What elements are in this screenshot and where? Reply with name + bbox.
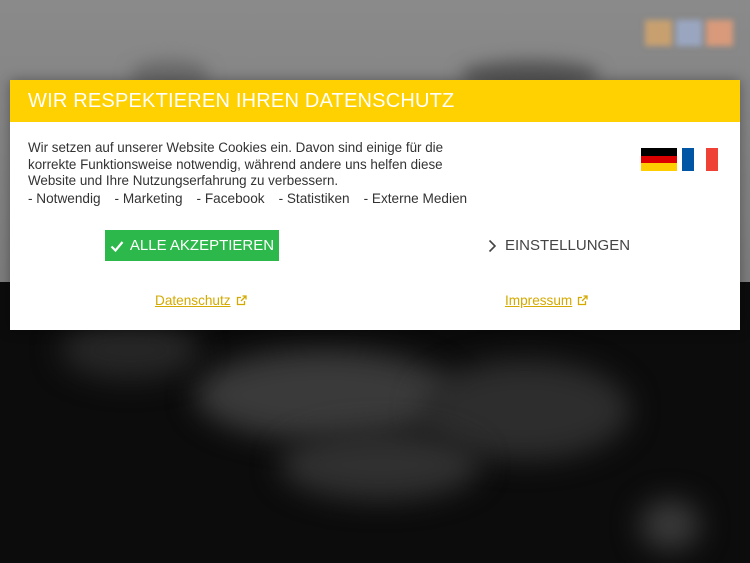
- cookie-categories: - Notwendig - Marketing - Facebook - Sta…: [28, 191, 467, 206]
- background-blur: [195, 350, 455, 440]
- german-flag-icon[interactable]: [641, 148, 677, 172]
- privacy-link[interactable]: Datenschutz: [155, 293, 247, 308]
- cookie-intro-text: Wir setzen auf unserer Website Cookies e…: [28, 140, 444, 188]
- external-link-icon: [236, 295, 247, 306]
- language-selector: [641, 148, 718, 172]
- accept-all-label: ALLE AKZEPTIEREN: [129, 237, 275, 254]
- background-language-flags: [645, 20, 734, 46]
- category-external-media: - Externe Medien: [363, 191, 468, 206]
- category-facebook: - Facebook: [196, 191, 265, 206]
- dialog-header: WIR RESPEKTIEREN IHREN DATENSCHUTZ: [10, 80, 740, 122]
- french-flag-icon[interactable]: [682, 148, 718, 171]
- check-icon: [110, 240, 124, 252]
- category-marketing: - Marketing: [114, 191, 183, 206]
- dialog-title: WIR RESPEKTIEREN IHREN DATENSCHUTZ: [28, 89, 455, 112]
- settings-label: EINSTELLUNGEN: [505, 237, 631, 254]
- imprint-link[interactable]: Impressum: [505, 293, 588, 308]
- privacy-link-label: Datenschutz: [155, 293, 231, 308]
- accept-all-button[interactable]: ALLE AKZEPTIEREN: [105, 230, 279, 261]
- background-blur: [640, 500, 700, 550]
- background-blur: [280, 430, 480, 500]
- settings-button[interactable]: EINSTELLUNGEN: [488, 230, 630, 261]
- category-necessary: - Notwendig: [28, 191, 101, 206]
- cookie-consent-dialog: WIR RESPEKTIEREN IHREN DATENSCHUTZ Wir s…: [10, 80, 740, 330]
- external-link-icon: [578, 295, 588, 306]
- chevron-right-icon: [488, 239, 497, 252]
- category-statistics: - Statistiken: [278, 191, 350, 206]
- imprint-link-label: Impressum: [505, 293, 573, 308]
